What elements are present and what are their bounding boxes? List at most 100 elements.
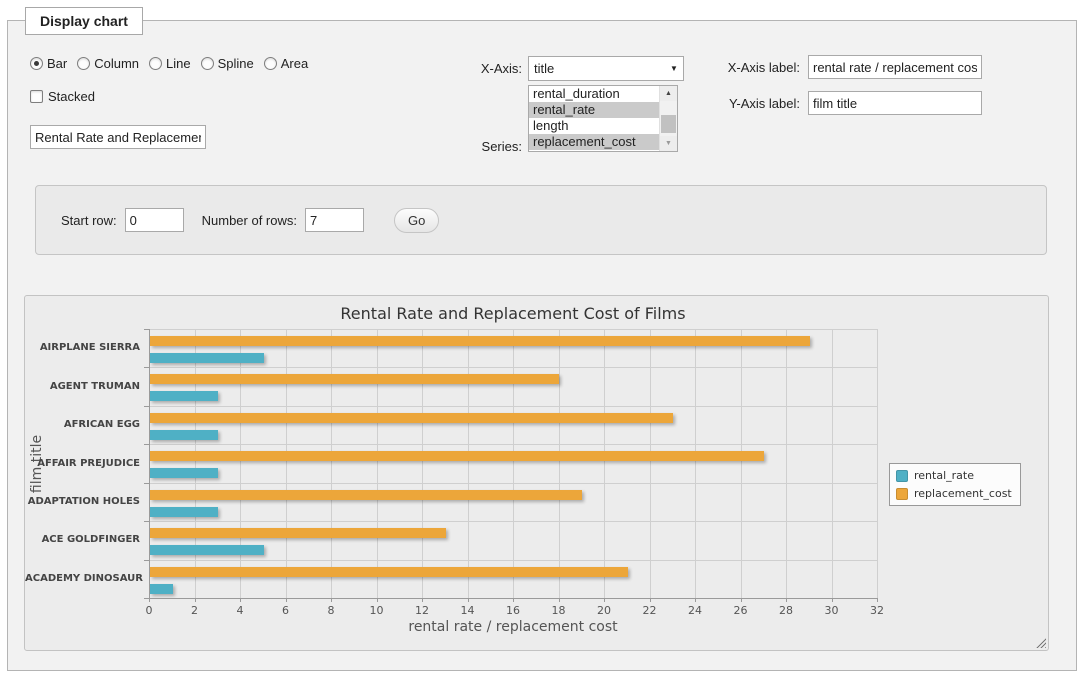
x-axis-label-input[interactable] [808,55,982,79]
series-listbox[interactable]: rental_durationrental_ratelengthreplacem… [528,85,678,152]
x-tick-label: 24 [678,604,712,617]
start-row-input[interactable] [125,208,184,232]
gridline [149,560,877,561]
scroll-up-icon[interactable]: ▲ [660,86,677,101]
radio-line[interactable]: Line [149,56,191,71]
bar-rental_rate[interactable] [150,468,218,478]
scrollbar-thumb[interactable] [661,115,676,133]
legend-label: replacement_cost [914,487,1012,500]
legend-label: rental_rate [914,469,974,482]
chart-title: Rental Rate and Replacement Cost of Film… [149,304,877,323]
bar-rental_rate[interactable] [150,353,264,363]
radio-bar[interactable]: Bar [30,56,67,71]
stacked-label: Stacked [48,89,95,104]
category-label: ACE GOLDFINGER [25,534,140,545]
bar-replacement_cost[interactable] [150,567,628,577]
series-select-label: Series: [450,139,522,154]
x-tick-label: 10 [360,604,394,617]
radio-button-icon[interactable] [77,57,90,70]
chart-legend: rental_rate replacement_cost [889,463,1021,506]
gridline [650,329,651,598]
bar-rental_rate[interactable] [150,507,218,517]
series-option-replacement_cost[interactable]: replacement_cost [529,134,660,150]
x-axis-line [149,598,877,599]
y-axis-label-caption: Y-Axis label: [712,96,800,111]
x-axis-title: rental rate / replacement cost [149,619,877,635]
category-label: AFFAIR PREJUDICE [25,458,140,469]
radio-label: Area [281,56,308,71]
gridline [149,483,877,484]
bar-rental_rate[interactable] [150,545,264,555]
bar-replacement_cost[interactable] [150,451,764,461]
gridline [604,329,605,598]
radio-area[interactable]: Area [264,56,308,71]
x-tick-label: 6 [269,604,303,617]
bar-rental_rate[interactable] [150,391,218,401]
bar-replacement_cost[interactable] [150,336,810,346]
x-tick-label: 12 [405,604,439,617]
x-tick-label: 26 [724,604,758,617]
gridline [149,521,877,522]
x-tick-label: 8 [314,604,348,617]
go-button[interactable]: Go [394,208,439,233]
row-range-panel: Start row: Number of rows: Go [35,185,1047,255]
gridline [240,329,241,598]
bar-replacement_cost[interactable] [150,528,446,538]
legend-item-replacement_cost[interactable]: replacement_cost [896,487,1012,500]
bar-replacement_cost[interactable] [150,490,582,500]
category-label: AFRICAN EGG [25,419,140,430]
gridline [468,329,469,598]
num-rows-label: Number of rows: [202,213,297,228]
gridline [877,329,878,598]
resize-grip[interactable] [1034,636,1046,648]
legend-item-rental_rate[interactable]: rental_rate [896,469,1012,482]
gridline [149,444,877,445]
gridline [149,367,877,368]
radio-spline[interactable]: Spline [201,56,254,71]
bar-rental_rate[interactable] [150,584,173,594]
gridline [786,329,787,598]
gridline [422,329,423,598]
x-axis-select[interactable]: title ▼ [528,56,684,81]
x-tick-label: 30 [815,604,849,617]
radio-button-icon[interactable] [30,57,43,70]
gridline [695,329,696,598]
bar-replacement_cost[interactable] [150,374,559,384]
gridline [331,329,332,598]
y-axis-line [149,329,150,598]
num-rows-input[interactable] [305,208,364,232]
series-option-rental_rate[interactable]: rental_rate [529,102,660,118]
stacked-checkbox[interactable] [30,90,43,103]
x-axis-tick [877,598,878,602]
bar-rental_rate[interactable] [150,430,218,440]
series-option-rental_duration[interactable]: rental_duration [529,86,660,102]
gridline [149,329,877,330]
series-option-length[interactable]: length [529,118,660,134]
radio-column[interactable]: Column [77,56,139,71]
x-tick-label: 18 [542,604,576,617]
gridline [377,329,378,598]
fieldset-legend: Display chart [25,7,143,35]
chart-title-input[interactable] [30,125,206,149]
radio-label: Spline [218,56,254,71]
dropdown-arrow-icon: ▼ [665,64,683,73]
scroll-down-icon[interactable]: ▼ [660,136,677,151]
bar-replacement_cost[interactable] [150,413,673,423]
radio-button-icon[interactable] [201,57,214,70]
radio-button-icon[interactable] [264,57,277,70]
radio-button-icon[interactable] [149,57,162,70]
gridline [286,329,287,598]
radio-label: Line [166,56,191,71]
x-axis-label-caption: X-Axis label: [712,60,800,75]
x-tick-label: 22 [633,604,667,617]
x-tick-label: 0 [132,604,166,617]
y-axis-label-input[interactable] [808,91,982,115]
x-tick-label: 28 [769,604,803,617]
x-tick-label: 20 [587,604,621,617]
gridline [832,329,833,598]
x-tick-label: 16 [496,604,530,617]
series-options: rental_durationrental_ratelengthreplacem… [529,86,660,151]
chart-panel: Rental Rate and Replacement Cost of Film… [24,295,1049,651]
x-axis-select-label: X-Axis: [450,61,522,76]
listbox-scrollbar[interactable]: ▲ ▼ [659,86,677,151]
